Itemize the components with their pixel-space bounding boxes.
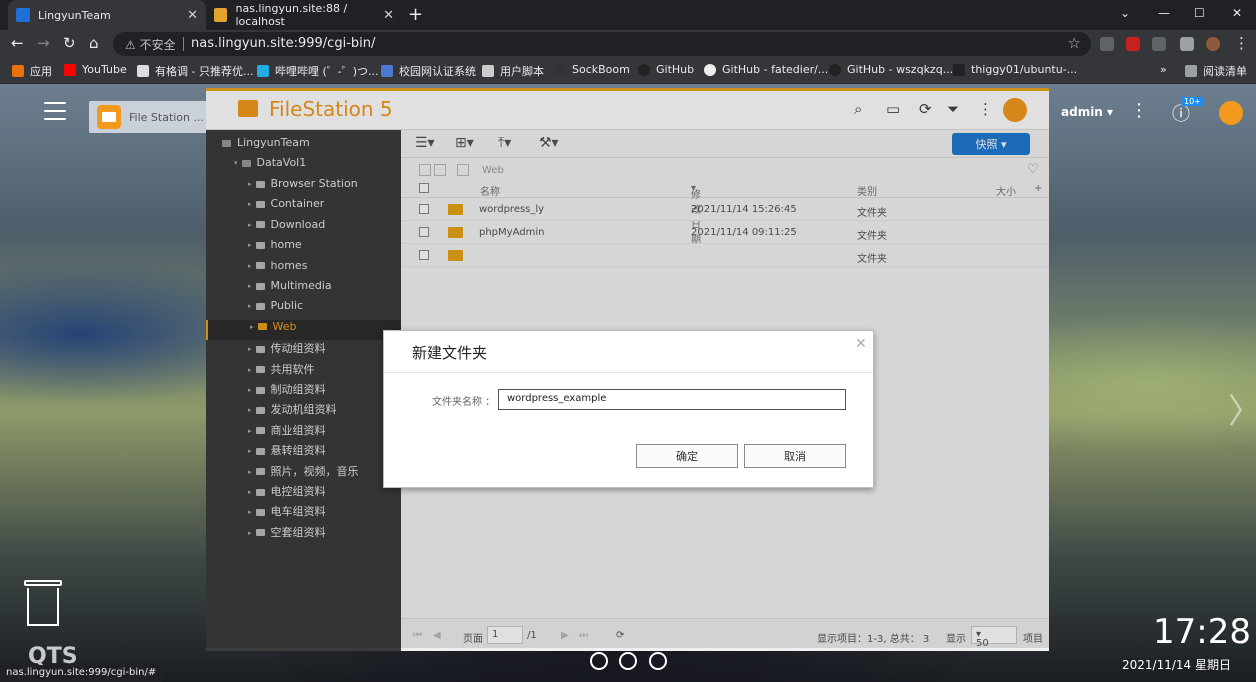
maximize-icon[interactable]: ☐ xyxy=(1194,6,1205,20)
bookmarks-bar: 应用 YouTube 有格调 - 只推荐优... 哔哩哔哩 (゜-゜)つ... … xyxy=(0,58,1256,84)
youtube-icon xyxy=(64,63,76,76)
qnap-favicon-icon xyxy=(16,8,30,22)
browser-menu-icon[interactable]: ⋮ xyxy=(1234,34,1249,52)
close-icon[interactable]: ✕ xyxy=(187,8,198,23)
minimize-icon[interactable]: — xyxy=(1158,6,1170,20)
extensions-puzzle-icon[interactable] xyxy=(1180,37,1194,51)
bookmark-youtube[interactable]: YouTube xyxy=(64,63,127,76)
github-icon xyxy=(829,63,841,76)
omnibox[interactable]: ⚠ 不安全 nas.lingyun.site:999/cgi-bin/ ☆ xyxy=(113,32,1091,56)
bookmark-apps[interactable]: 应用 xyxy=(12,63,52,79)
filestation-icon xyxy=(97,105,121,129)
github-icon xyxy=(704,63,716,76)
main-menu-icon[interactable] xyxy=(44,102,66,122)
tab-search-icon[interactable]: ⌄ xyxy=(1120,6,1130,20)
reading-list-icon xyxy=(1185,65,1197,77)
user-menu[interactable]: admin ▾ xyxy=(1061,105,1113,119)
address-toolbar: ← → ↻ ⌂ ⚠ 不安全 nas.lingyun.site:999/cgi-b… xyxy=(0,30,1256,58)
bilibili-icon xyxy=(257,65,269,77)
clock-date: 2021/11/14 星期日 xyxy=(1122,658,1231,672)
site-icon xyxy=(137,65,149,77)
url-text[interactable]: nas.lingyun.site:999/cgi-bin/ xyxy=(191,36,375,51)
bookmark-item[interactable]: thiggy01/ubuntu-... xyxy=(953,63,1077,76)
folder-name-input[interactable]: wordpress_example xyxy=(498,389,846,410)
bookmark-item[interactable]: 用户脚本 xyxy=(482,63,544,79)
more-options-icon[interactable]: ⋮ xyxy=(1130,100,1148,121)
close-icon[interactable]: ✕ xyxy=(383,8,394,23)
window-close-icon[interactable]: ✕ xyxy=(1232,6,1242,20)
bookmarks-overflow-icon[interactable]: » xyxy=(1160,63,1167,76)
tab-lingyunteam[interactable]: LingyunTeam ✕ xyxy=(8,0,206,30)
tab-title: nas.lingyun.site:88 / localhost xyxy=(235,2,348,28)
taskbar-label: File Station ... xyxy=(129,110,204,124)
dock-icon[interactable] xyxy=(590,652,608,670)
site-icon xyxy=(381,65,393,77)
folder-name-label: 文件夹名称 ： xyxy=(432,397,496,408)
extension-glasses-icon[interactable] xyxy=(1152,37,1166,51)
recycle-bin-icon[interactable] xyxy=(24,580,62,628)
dock-icon[interactable] xyxy=(619,652,637,670)
site-icon xyxy=(953,63,965,76)
script-icon xyxy=(482,65,494,77)
bookmark-item[interactable]: 校园网认证系统 xyxy=(381,63,476,79)
tab-phpmyadmin[interactable]: nas.lingyun.site:88 / localhost ✕ xyxy=(206,0,402,30)
dialog-title: 新建文件夹 xyxy=(412,344,488,362)
status-bar-url: nas.lingyun.site:999/cgi-bin/# xyxy=(0,665,163,682)
browser-tab-strip: LingyunTeam ✕ nas.lingyun.site:88 / loca… xyxy=(0,0,1256,30)
phpmyadmin-favicon-icon xyxy=(214,8,228,22)
bookmark-star-icon[interactable]: ☆ xyxy=(1068,34,1081,52)
site-icon xyxy=(554,63,566,76)
github-icon xyxy=(638,63,650,76)
bookmark-item[interactable]: SockBoom xyxy=(554,63,630,76)
home-icon[interactable]: ⌂ xyxy=(89,34,99,52)
qnap-helper-icon[interactable] xyxy=(1219,101,1243,125)
bookmark-github[interactable]: GitHub xyxy=(638,63,694,76)
bookmark-item[interactable]: 有格调 - 只推荐优... xyxy=(137,63,253,79)
ublock-icon[interactable] xyxy=(1126,37,1140,51)
profile-avatar[interactable] xyxy=(1206,37,1220,51)
ok-button[interactable]: 确定 xyxy=(636,444,738,468)
cancel-button[interactable]: 取消 xyxy=(744,444,846,468)
new-folder-dialog: 新建文件夹 ✕ 文件夹名称 ： wordpress_example 确定 取消 xyxy=(383,330,874,488)
next-page-icon[interactable]: 〉 xyxy=(1228,384,1256,433)
bookmark-bilibili[interactable]: 哔哩哔哩 (゜-゜)つ... xyxy=(257,63,379,79)
back-icon[interactable]: ← xyxy=(11,34,24,52)
security-warning[interactable]: ⚠ 不安全 xyxy=(125,36,176,53)
update-badge: 10+ xyxy=(1181,97,1204,106)
reading-list[interactable]: 阅读清单 xyxy=(1185,63,1247,79)
pin-icon[interactable] xyxy=(1100,37,1114,51)
divider xyxy=(183,37,184,51)
new-tab-icon[interactable]: + xyxy=(408,4,423,25)
tab-title: LingyunTeam xyxy=(38,8,111,22)
clock-time: 17:28 xyxy=(1153,612,1251,652)
divider xyxy=(384,372,873,373)
bookmark-github[interactable]: GitHub - wszqkzq... xyxy=(829,63,953,76)
dock-icon[interactable] xyxy=(649,652,667,670)
apps-grid-icon xyxy=(12,65,24,77)
reload-icon[interactable]: ↻ xyxy=(63,34,76,52)
close-icon[interactable]: ✕ xyxy=(855,336,867,352)
forward-icon[interactable]: → xyxy=(37,34,50,52)
bookmark-github[interactable]: GitHub - fatedier/... xyxy=(704,63,828,76)
